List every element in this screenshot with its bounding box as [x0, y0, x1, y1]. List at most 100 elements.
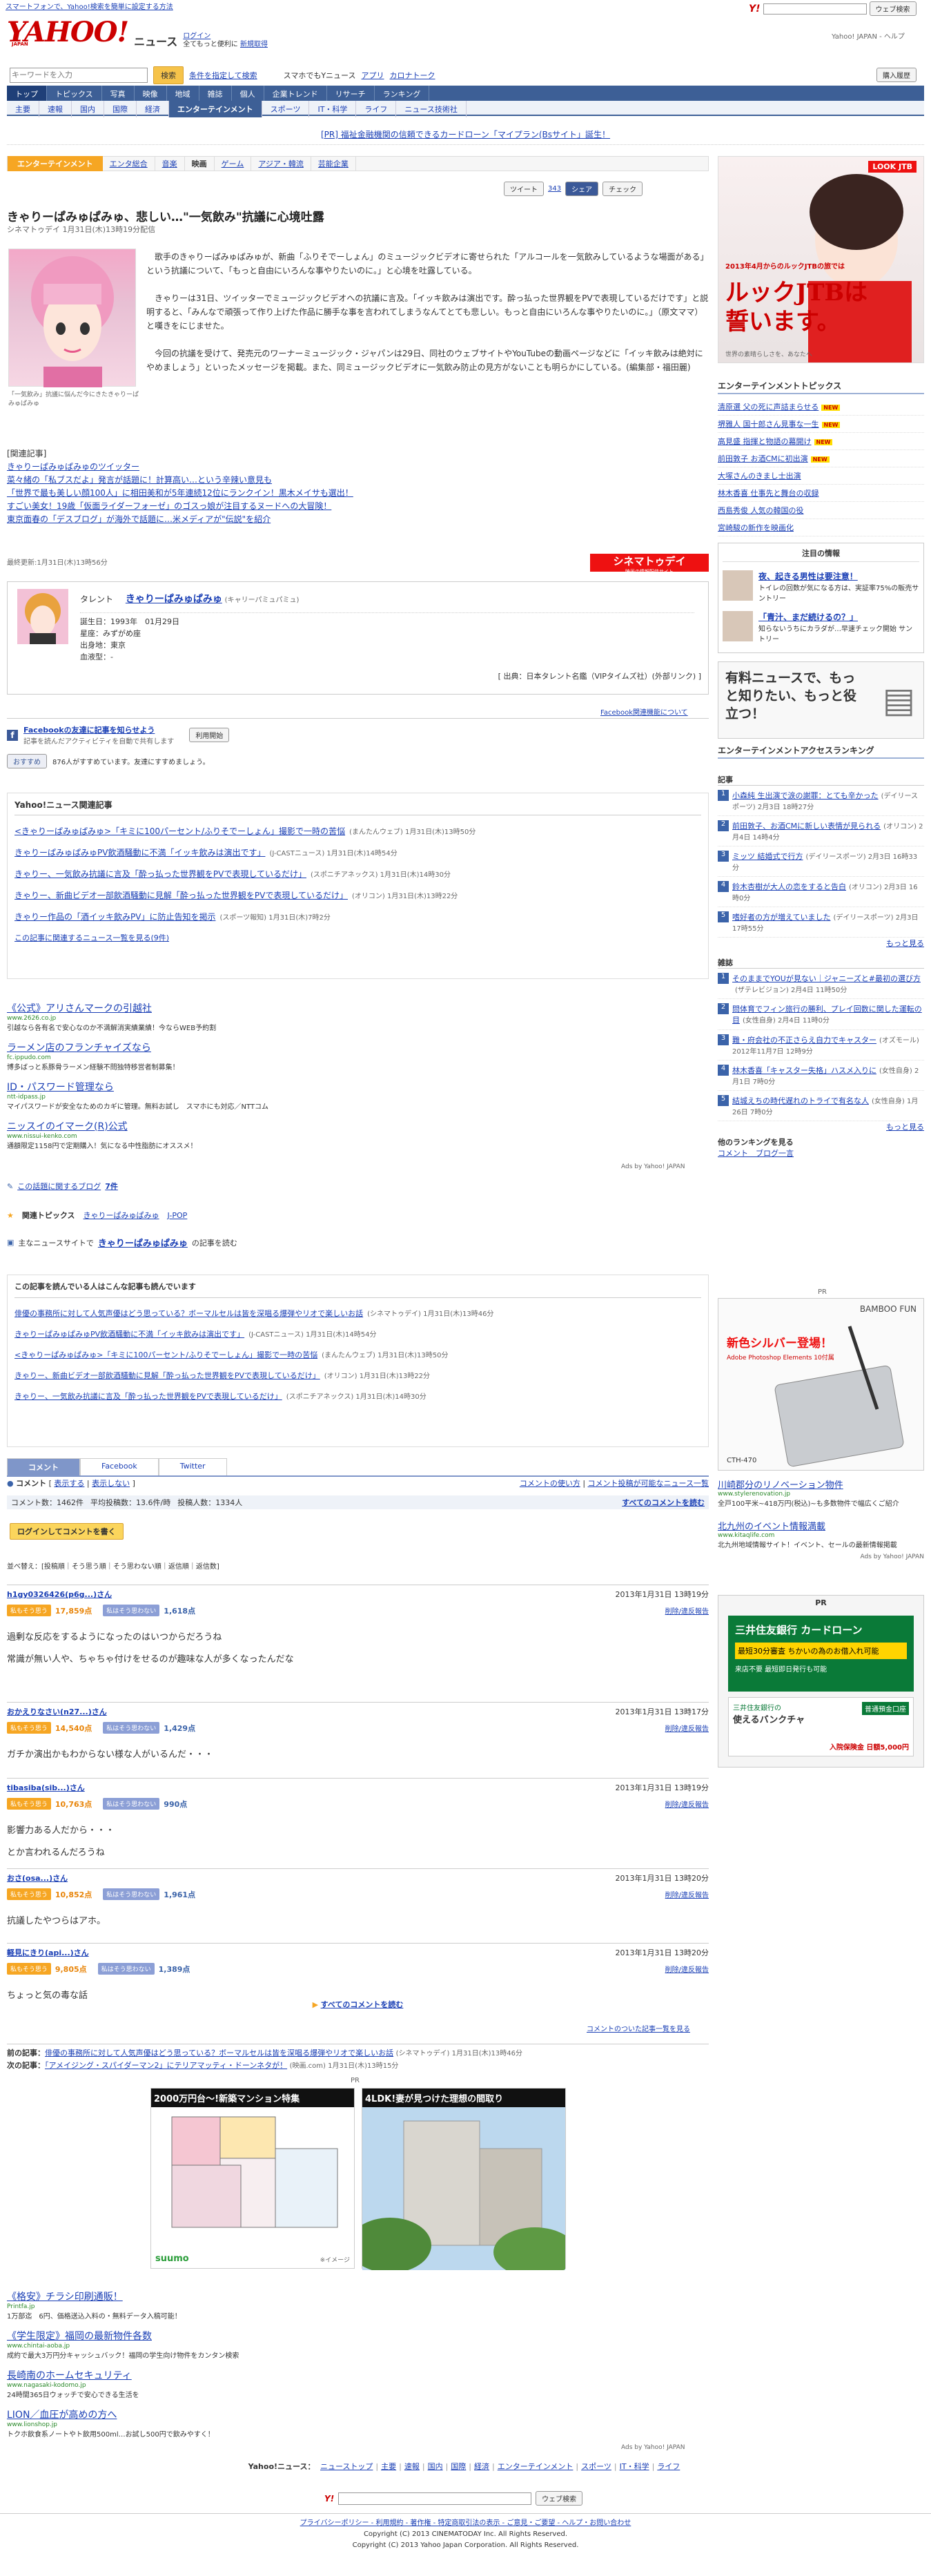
agree-button[interactable]: 私もそう思う [7, 1605, 51, 1616]
report-link[interactable]: 削除/違反報告 [665, 1723, 709, 1733]
comment-ranking-link[interactable]: コメントのついた記事一覧を見る [587, 2023, 690, 2033]
disagree-button[interactable]: 私はそう思わない [103, 1722, 160, 1734]
fb-like-button[interactable]: おすすめ [7, 754, 47, 768]
report-link[interactable]: 削除/違反報告 [665, 1889, 709, 1899]
smbc-ad-1[interactable]: 三井住友銀行 カードローン 最短30分審査 ちかいの為のお借入れ可能 来店不要 … [728, 1616, 914, 1692]
talent-name[interactable]: きゃりーぱみゅぱみゅ [126, 594, 222, 605]
fb-title[interactable]: Facebookの友達に記事を知らせよう [23, 724, 174, 735]
also-read-link[interactable]: <きゃりーぱみゅぱみゅ>「キミに100パーセント/ふりそでーしょん」撮影で一時の… [14, 1350, 317, 1359]
app-link[interactable]: アプリ [362, 70, 384, 81]
career-link[interactable]: カロナトーク [390, 70, 435, 81]
disagree-button[interactable]: 私はそう思わない [97, 1963, 155, 1975]
related-link[interactable]: 「世界で最も美しい顔100人」に相田美和が5年連続12位にランクイン！黒木メイサ… [7, 487, 421, 500]
fb-start-button[interactable]: 利用開始 [189, 728, 230, 742]
text-ad-title[interactable]: 長崎南のホームセキュリティ [7, 2368, 709, 2382]
mainsite-name[interactable]: きゃりーぱみゅぱみゅ [98, 1236, 188, 1249]
category-item[interactable]: 芸能企業 [311, 156, 356, 171]
jtb-ad[interactable]: LOOK JTB 2013年4月からのルックJTBの旅では ルックJTBは誓いま… [718, 156, 924, 363]
side-ad-title[interactable]: 川崎郡分のリノベーション物件 [718, 1478, 924, 1491]
cinematoday-logo[interactable]: シネマトゥデイ 映画の情報配信サイト [590, 554, 709, 574]
notice-thumb[interactable] [723, 570, 753, 601]
read-all-comments-link[interactable]: すべてのコメントを読む [622, 1497, 705, 1508]
site-name[interactable]: ニュース [134, 32, 177, 49]
top-search-input[interactable] [763, 3, 867, 14]
tab-1[interactable]: トピックス [47, 86, 102, 102]
ent-topic-link[interactable]: 宮崎駿の新作を映画化 [718, 523, 794, 532]
share-button[interactable]: シェア [565, 182, 599, 196]
pr-banner[interactable]: [PR] 福祉金融機関の信頼できるカードローン「マイプラン(Bsサイト」誕生！ [7, 128, 924, 145]
footer-nav-item[interactable]: 国内 [428, 2462, 443, 2471]
footer-links[interactable]: プライバシーポリシー - 利用規約 - 著作権 - 特定商取引法の表示 - ご意… [0, 2518, 931, 2529]
comment-user[interactable]: おかえりなさい(n27...)さん [7, 1706, 107, 1717]
hide-comments-link[interactable]: 表示しない [92, 1479, 130, 1488]
rank-link[interactable]: 嗜好者の方が増えていました [732, 913, 830, 922]
also-read-link[interactable]: きゃりー、一気飲み抗議に言及「酔っ払った世界観をPVで表現しているだけ」 [14, 1392, 282, 1401]
subnav-item[interactable]: 速報 [39, 101, 72, 117]
yahoo-mini-logo[interactable]: Y! [324, 2494, 334, 2504]
other-ranking-links[interactable]: コメント ブログ一言 [718, 1147, 924, 1159]
category-item[interactable]: 映画 [185, 156, 215, 171]
tab-8[interactable]: リサーチ [327, 86, 375, 102]
tweet-count[interactable]: 343 [548, 185, 561, 193]
article-photo[interactable] [8, 249, 136, 387]
category-item[interactable]: エンタ総合 [103, 156, 155, 171]
report-link[interactable]: 削除/違反報告 [665, 1605, 709, 1616]
comment-user[interactable]: 軽見にきり(api...)さん [7, 1947, 89, 1958]
search-button[interactable]: 検索 [153, 66, 184, 84]
category-item[interactable]: 音楽 [155, 156, 185, 171]
read-all-comments-bottom[interactable]: すべてのコメントを読む [321, 2000, 404, 2009]
next-article-link[interactable]: 「アメイジング・スパイダーマン2」にテリアマッティ・ドーンネタが！ [45, 2061, 287, 2070]
tab-0[interactable]: トップ [7, 86, 47, 102]
yrel-link[interactable]: きゃりー作品の「酒イッキ飲みPV」に防止告知を掲示 [14, 912, 215, 922]
login-comment-button[interactable]: ログインしてコメントを書く [10, 1523, 124, 1540]
agree-button[interactable]: 私もそう思う [7, 1888, 51, 1900]
rank-link[interactable]: 林木香喜「キャスター失格」ハスメ入りに [732, 1066, 876, 1075]
subnav-item[interactable]: 国内 [72, 101, 104, 117]
advanced-search-link[interactable]: 条件を指定して検索 [189, 70, 257, 81]
comment-user[interactable]: tibasiba(sib...)さん [7, 1782, 85, 1793]
check-button[interactable]: チェック [602, 182, 643, 196]
notice-title[interactable]: 「青汁、まだ続けるの？」 [758, 611, 919, 623]
talent-source[interactable]: [ 出典：日本タレント名鑑（VIPタイムズ社）(外部リンク) ] [498, 670, 701, 681]
fb-about-link[interactable]: Facebook関連機能について [600, 706, 688, 717]
mag-more-link[interactable]: もっと見る [718, 1121, 924, 1132]
footer-search-button[interactable]: ウェブ検索 [536, 2491, 583, 2506]
agree-button[interactable]: 私もそう思う [7, 1722, 51, 1734]
ent-topic-link[interactable]: 大塚さんのきまし士出演 [718, 472, 801, 481]
tweet-button[interactable]: ツイート [504, 182, 544, 196]
tab-5[interactable]: 雑誌 [199, 86, 232, 102]
disagree-button[interactable]: 私はそう思わない [103, 1605, 160, 1616]
report-link[interactable]: 削除/違反報告 [665, 1964, 709, 1974]
ent-topic-link[interactable]: 堺雅人 国十郎さん見事な一生 [718, 420, 819, 429]
text-ad-title[interactable]: LION／血圧が高めの方へ [7, 2408, 709, 2421]
sort-options[interactable]: 並べ替え：[投稿順｜そう思う順｜そう思わない順｜返信順｜返信数] [7, 1560, 219, 1571]
top-right-links[interactable]: Yahoo! JAPAN - ヘルプ [832, 30, 905, 41]
tab-9[interactable]: ランキング [375, 86, 430, 102]
rank-link[interactable]: そのままでYOUが見ない｜ジャニーズと#最初の選び方 [732, 974, 921, 983]
top-search-button[interactable]: ウェブ検索 [869, 1, 917, 16]
agree-button[interactable]: 私もそう思う [7, 1798, 51, 1810]
footer-nav-item[interactable]: 国際 [451, 2462, 466, 2471]
ent-topic-link[interactable]: 前田敦子 お酒CMに初出演 [718, 454, 808, 463]
smartphone-link[interactable]: スマートフォンで、Yahoo!検索を簡単に設定する方法 [6, 3, 173, 11]
category-item[interactable]: アジア・韓流 [251, 156, 311, 171]
notice-title[interactable]: 夜、起きる男性は要注意！ [758, 570, 919, 582]
related-link[interactable]: すごい美女！19歳「仮面ライダーフォーゼ」のゴスっ娘が注目するヌードへの大冒険！ [7, 500, 421, 513]
blog-count[interactable]: 7件 [105, 1181, 118, 1192]
yahoo-mini-logo[interactable]: Y! [749, 3, 761, 14]
yrel-link[interactable]: きゃりーぱみゅぱみゅPV飲酒騒動に不満「イッキ飲みは演出です」 [14, 848, 265, 858]
register-link[interactable]: 新規取得 [240, 41, 268, 48]
rank-link[interactable]: 前田敦子、お酒CMに新しい表情が見られる [732, 822, 881, 831]
text-ad-title[interactable]: 《公式》アリさんマークの引越社 [7, 1001, 709, 1015]
disagree-button[interactable]: 私はそう思わない [103, 1888, 160, 1900]
wacom-ad[interactable]: BAMBOO FUN 新色シルバー登場！ Adobe Photoshop Ele… [718, 1298, 924, 1471]
also-read-link[interactable]: きゃりーぱみゅぱみゅPV飲酒騒動に不満「イッキ飲みは演出です」 [14, 1330, 244, 1339]
footer-nav-item[interactable]: スポーツ [581, 2462, 611, 2471]
footer-nav-item[interactable]: エンターテインメント [498, 2462, 574, 2471]
blog-link[interactable]: この話題に関するブログ [17, 1181, 101, 1192]
purchase-history-button[interactable]: 購入履歴 [876, 68, 917, 82]
yrel-link[interactable]: きゃりー、新曲ビデオ一部飲酒騒動に見解「酔っ払った世界観をPVで表現しているだけ… [14, 891, 348, 900]
smbc-ad-2[interactable]: 三井住友銀行の 使えるバンクチャ 普通預金口座 入院保険金 日額5,000円 [728, 1697, 914, 1756]
ent-topic-link[interactable]: 高見盛 指揮と物語の幕開け [718, 437, 812, 446]
tab-3[interactable]: 映像 [135, 86, 167, 102]
